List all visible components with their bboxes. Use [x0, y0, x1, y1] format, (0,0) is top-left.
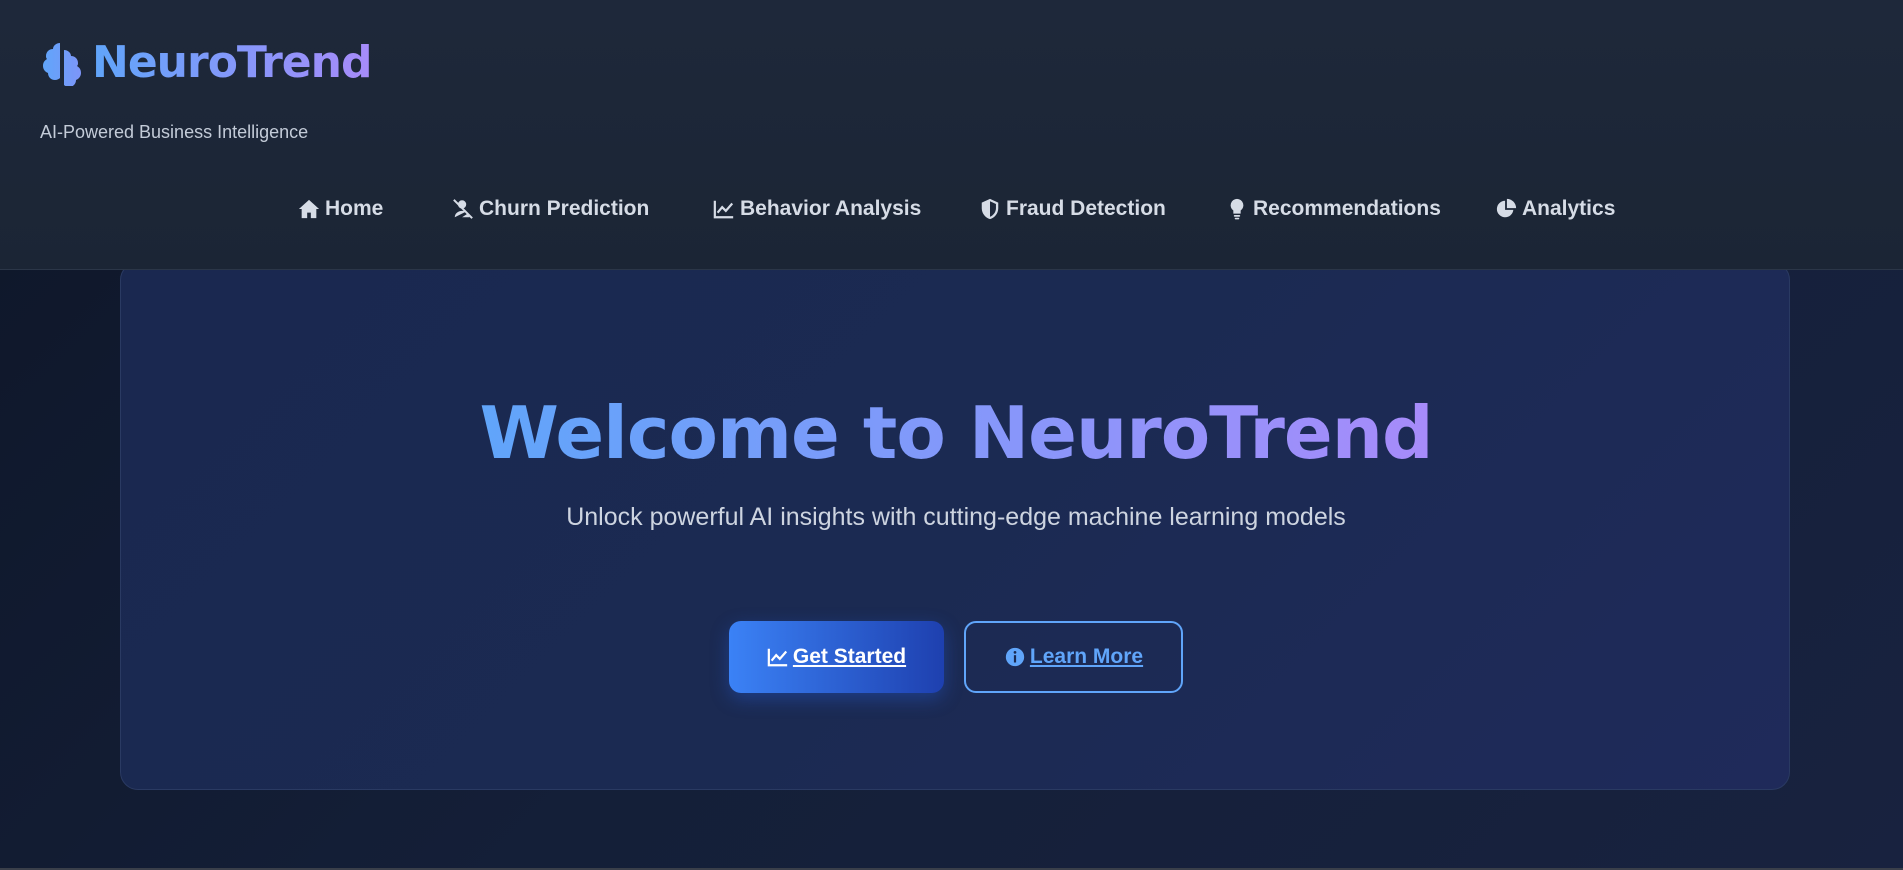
nav-item-analytics[interactable]: Analytics: [1495, 192, 1615, 226]
lightbulb-icon: [1230, 198, 1244, 220]
nav-item-home[interactable]: Home: [298, 192, 383, 226]
info-icon: [1005, 647, 1025, 667]
get-started-label: Get Started: [792, 645, 907, 668]
home-icon: [298, 199, 320, 219]
user-slash-icon: [453, 199, 473, 219]
shield-icon: [981, 198, 999, 220]
brand-tagline: AI-Powered Business Intelligence: [40, 122, 309, 142]
page: NeuroTrend AI-Powered Business Intellige…: [0, 0, 1903, 870]
brain-icon: [43, 43, 81, 86]
brand-logo[interactable]: NeuroTrend: [40, 37, 372, 88]
nav-item-label: Home: [325, 197, 384, 220]
hero-card: Welcome to NeuroTrend Unlock powerful AI…: [120, 262, 1790, 790]
get-started-button[interactable]: Get Started: [729, 621, 944, 693]
nav-item-label: Behavior Analysis: [740, 197, 922, 220]
hero-title-text: Welcome to NeuroTrend: [479, 391, 1433, 475]
brand-name: NeuroTrend: [92, 37, 372, 88]
nav-item-label: Fraud Detection: [1006, 197, 1166, 220]
hero-subtitle: Unlock powerful AI insights with cutting…: [566, 503, 1346, 531]
line-chart-icon: [767, 648, 788, 667]
learn-more-button[interactable]: Learn More: [964, 621, 1183, 693]
nav-item-fraud-detection[interactable]: Fraud Detection: [979, 192, 1166, 226]
pie-chart-icon: [1496, 198, 1517, 218]
nav-item-churn-prediction[interactable]: Churn Prediction: [452, 192, 649, 226]
nav-item-label: Recommendations: [1253, 197, 1441, 220]
learn-more-label: Learn More: [1029, 645, 1144, 668]
app-header: NeuroTrend AI-Powered Business Intellige…: [0, 0, 1903, 270]
main-nav: Home Churn Prediction Behavior Analysis …: [0, 192, 1903, 226]
nav-item-behavior-analysis[interactable]: Behavior Analysis: [713, 192, 921, 226]
line-chart-icon: [713, 200, 734, 219]
hero-title: Welcome to NeuroTrend: [121, 385, 1791, 481]
nav-item-label: Churn Prediction: [479, 197, 650, 220]
nav-item-label: Analytics: [1522, 197, 1616, 220]
nav-item-recommendations[interactable]: Recommendations: [1226, 192, 1441, 226]
